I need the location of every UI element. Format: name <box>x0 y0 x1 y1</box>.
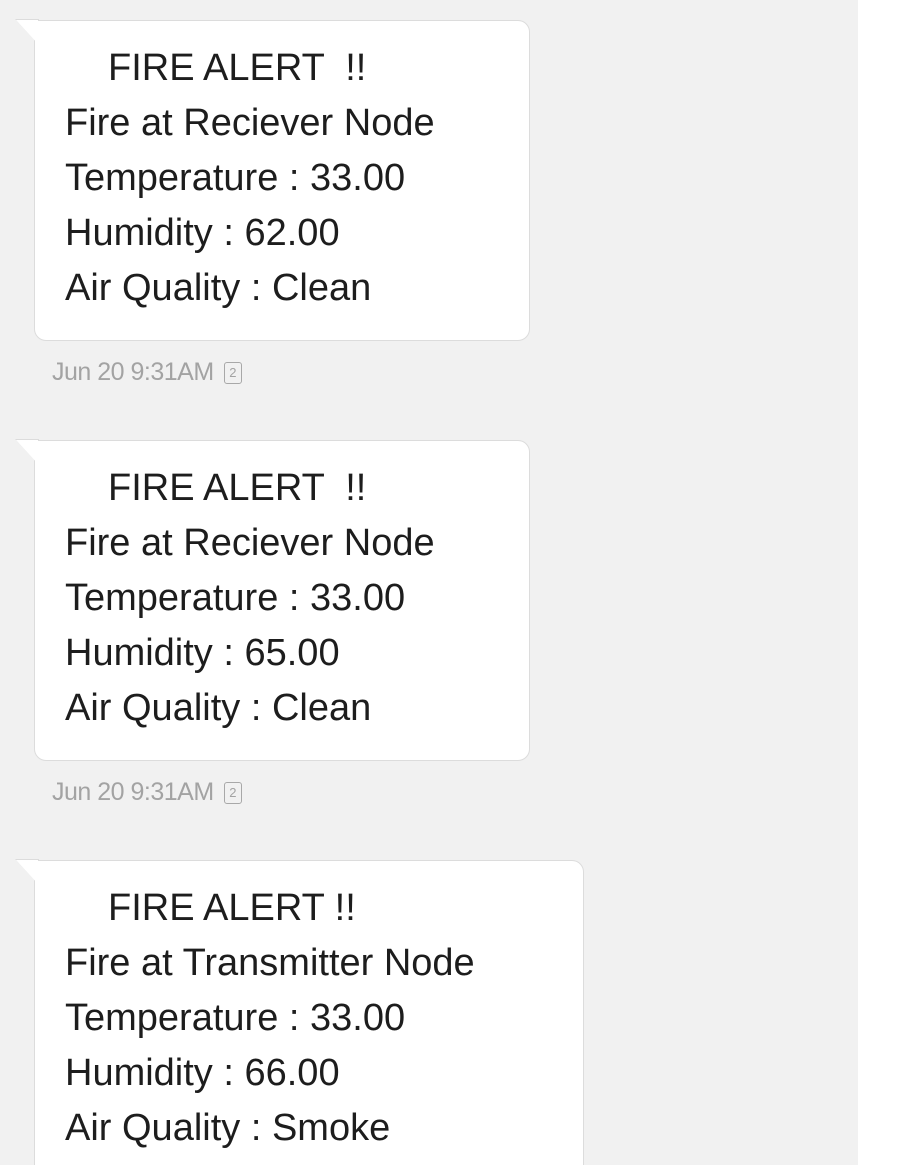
alert-temperature: Temperature : 33.00 <box>65 577 406 619</box>
timestamp-text: Jun 20 9:31AM <box>52 778 214 806</box>
timestamp-text: Jun 20 9:31AM <box>52 358 214 386</box>
alert-air-quality: Air Quality : Smoke <box>65 1107 391 1149</box>
alert-title: FIRE ALERT !! <box>108 467 367 509</box>
sim-card-icon: 2 <box>223 361 242 384</box>
alert-location: Fire at Reciever Node <box>65 102 435 144</box>
message-bubble[interactable]: FIRE ALERT !! Fire at Reciever Node Temp… <box>34 20 530 341</box>
alert-air-quality: Air Quality : Clean <box>65 267 372 309</box>
message-timestamp: Jun 20 9:31AM 2 <box>52 358 242 387</box>
alert-location: Fire at Reciever Node <box>65 522 435 564</box>
alert-humidity: Humidity : 66.00 <box>65 1052 340 1094</box>
alert-title: FIRE ALERT !! <box>108 47 367 89</box>
message-bubble[interactable]: FIRE ALERT !! Fire at Reciever Node Temp… <box>34 440 530 761</box>
alert-air-quality: Air Quality : Clean <box>65 687 372 729</box>
message-bubble[interactable]: FIRE ALERT !! Fire at Transmitter Node T… <box>34 860 584 1165</box>
alert-humidity: Humidity : 62.00 <box>65 212 340 254</box>
alert-humidity: Humidity : 65.00 <box>65 632 340 674</box>
alert-location: Fire at Transmitter Node <box>65 942 475 984</box>
alert-temperature: Temperature : 33.00 <box>65 157 406 199</box>
message-thread[interactable]: FIRE ALERT !! Fire at Reciever Node Temp… <box>0 0 858 1165</box>
alert-title: FIRE ALERT !! <box>108 887 356 929</box>
sim-card-icon: 2 <box>223 781 242 804</box>
message-timestamp: Jun 20 9:31AM 2 <box>52 778 242 807</box>
alert-temperature: Temperature : 33.00 <box>65 997 406 1039</box>
